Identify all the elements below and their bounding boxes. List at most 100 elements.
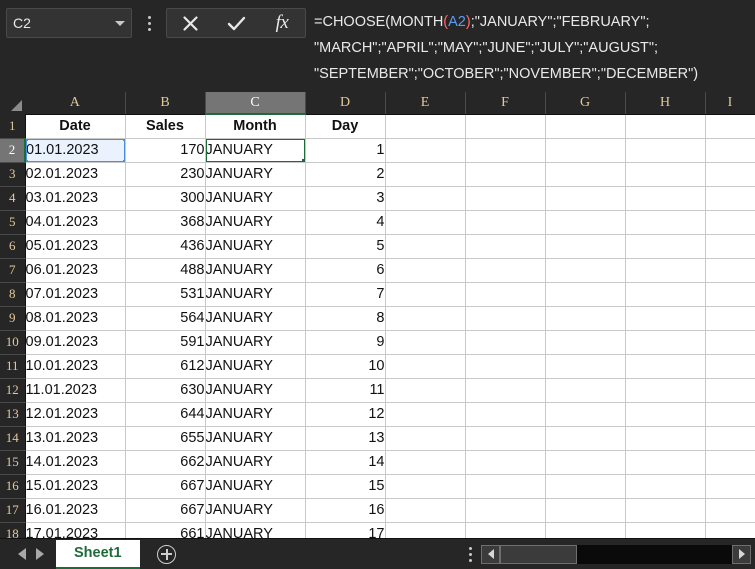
- status-bar-menu-button[interactable]: [459, 539, 481, 569]
- cell-g2[interactable]: [545, 138, 625, 162]
- cell-d17[interactable]: 16: [305, 498, 385, 522]
- cell-f3[interactable]: [465, 162, 545, 186]
- cell-h15[interactable]: [625, 450, 705, 474]
- cell-a2[interactable]: 01.01.2023: [25, 138, 125, 162]
- name-box[interactable]: C2: [6, 8, 132, 38]
- cell-f1[interactable]: [465, 114, 545, 138]
- cell-i4[interactable]: [705, 186, 755, 210]
- cell-d6[interactable]: 5: [305, 234, 385, 258]
- cell-a14[interactable]: 13.01.2023: [25, 426, 125, 450]
- cell-f2[interactable]: [465, 138, 545, 162]
- cell-e16[interactable]: [385, 474, 465, 498]
- cell-i12[interactable]: [705, 378, 755, 402]
- cell-a12[interactable]: 11.01.2023: [25, 378, 125, 402]
- cell-g17[interactable]: [545, 498, 625, 522]
- cell-i13[interactable]: [705, 402, 755, 426]
- cell-i7[interactable]: [705, 258, 755, 282]
- cell-i2[interactable]: [705, 138, 755, 162]
- cell-f4[interactable]: [465, 186, 545, 210]
- cell-h2[interactable]: [625, 138, 705, 162]
- cell-a1[interactable]: Date: [25, 114, 125, 138]
- cell-d16[interactable]: 15: [305, 474, 385, 498]
- scroll-left-button[interactable]: [481, 545, 500, 564]
- selection-handle[interactable]: [25, 138, 28, 141]
- cell-h7[interactable]: [625, 258, 705, 282]
- cell-f15[interactable]: [465, 450, 545, 474]
- cell-c17[interactable]: JANUARY: [205, 498, 305, 522]
- row-header-11[interactable]: 11: [0, 354, 25, 378]
- cell-a6[interactable]: 05.01.2023: [25, 234, 125, 258]
- row-header-4[interactable]: 4: [0, 186, 25, 210]
- cell-b5[interactable]: 368: [125, 210, 205, 234]
- cell-f9[interactable]: [465, 306, 545, 330]
- cell-e8[interactable]: [385, 282, 465, 306]
- scrollbar-thumb[interactable]: [500, 545, 577, 564]
- cell-e9[interactable]: [385, 306, 465, 330]
- cell-i6[interactable]: [705, 234, 755, 258]
- cell-b12[interactable]: 630: [125, 378, 205, 402]
- scroll-right-button[interactable]: [732, 545, 751, 564]
- cell-i18[interactable]: [705, 522, 755, 538]
- cell-i10[interactable]: [705, 330, 755, 354]
- formula-input[interactable]: =CHOOSE(MONTH(A2);"JANUARY";"FEBRUARY";"…: [314, 8, 753, 92]
- cell-c4[interactable]: JANUARY: [205, 186, 305, 210]
- cell-g18[interactable]: [545, 522, 625, 538]
- cell-b10[interactable]: 591: [125, 330, 205, 354]
- formula-bar-menu-button[interactable]: [138, 8, 160, 38]
- cell-f14[interactable]: [465, 426, 545, 450]
- cell-c13[interactable]: JANUARY: [205, 402, 305, 426]
- cell-c15[interactable]: JANUARY: [205, 450, 305, 474]
- cell-c3[interactable]: JANUARY: [205, 162, 305, 186]
- cell-a3[interactable]: 02.01.2023: [25, 162, 125, 186]
- cell-a7[interactable]: 06.01.2023: [25, 258, 125, 282]
- cell-h14[interactable]: [625, 426, 705, 450]
- selection-handle[interactable]: [123, 160, 126, 163]
- cell-h11[interactable]: [625, 354, 705, 378]
- cell-a15[interactable]: 14.01.2023: [25, 450, 125, 474]
- cell-b3[interactable]: 230: [125, 162, 205, 186]
- cell-i15[interactable]: [705, 450, 755, 474]
- cell-i17[interactable]: [705, 498, 755, 522]
- cell-f7[interactable]: [465, 258, 545, 282]
- cell-b2[interactable]: 170: [125, 138, 205, 162]
- cell-g3[interactable]: [545, 162, 625, 186]
- cell-d7[interactable]: 6: [305, 258, 385, 282]
- cell-i8[interactable]: [705, 282, 755, 306]
- cell-f10[interactable]: [465, 330, 545, 354]
- cell-a18[interactable]: 17.01.2023: [25, 522, 125, 538]
- cell-c2[interactable]: JANUARY: [205, 138, 305, 162]
- cell-d11[interactable]: 10: [305, 354, 385, 378]
- cell-a4[interactable]: 03.01.2023: [25, 186, 125, 210]
- cell-a13[interactable]: 12.01.2023: [25, 402, 125, 426]
- cell-h17[interactable]: [625, 498, 705, 522]
- cell-e18[interactable]: [385, 522, 465, 538]
- cell-c7[interactable]: JANUARY: [205, 258, 305, 282]
- cell-b1[interactable]: Sales: [125, 114, 205, 138]
- cell-b14[interactable]: 655: [125, 426, 205, 450]
- cell-c9[interactable]: JANUARY: [205, 306, 305, 330]
- select-all-corner[interactable]: [0, 92, 25, 114]
- cell-g10[interactable]: [545, 330, 625, 354]
- cell-i9[interactable]: [705, 306, 755, 330]
- add-sheet-button[interactable]: [152, 539, 182, 569]
- cell-h6[interactable]: [625, 234, 705, 258]
- cell-i1[interactable]: [705, 114, 755, 138]
- row-header-1[interactable]: 1: [0, 114, 25, 138]
- cell-b4[interactable]: 300: [125, 186, 205, 210]
- cell-c14[interactable]: JANUARY: [205, 426, 305, 450]
- row-header-16[interactable]: 16: [0, 474, 25, 498]
- selection-handle[interactable]: [25, 160, 28, 163]
- cell-e14[interactable]: [385, 426, 465, 450]
- cell-d4[interactable]: 3: [305, 186, 385, 210]
- cell-d9[interactable]: 8: [305, 306, 385, 330]
- cell-g11[interactable]: [545, 354, 625, 378]
- row-header-8[interactable]: 8: [0, 282, 25, 306]
- row-header-10[interactable]: 10: [0, 330, 25, 354]
- cell-g4[interactable]: [545, 186, 625, 210]
- cell-g5[interactable]: [545, 210, 625, 234]
- cell-c6[interactable]: JANUARY: [205, 234, 305, 258]
- cell-f18[interactable]: [465, 522, 545, 538]
- cell-c18[interactable]: JANUARY: [205, 522, 305, 538]
- cell-h4[interactable]: [625, 186, 705, 210]
- cell-b8[interactable]: 531: [125, 282, 205, 306]
